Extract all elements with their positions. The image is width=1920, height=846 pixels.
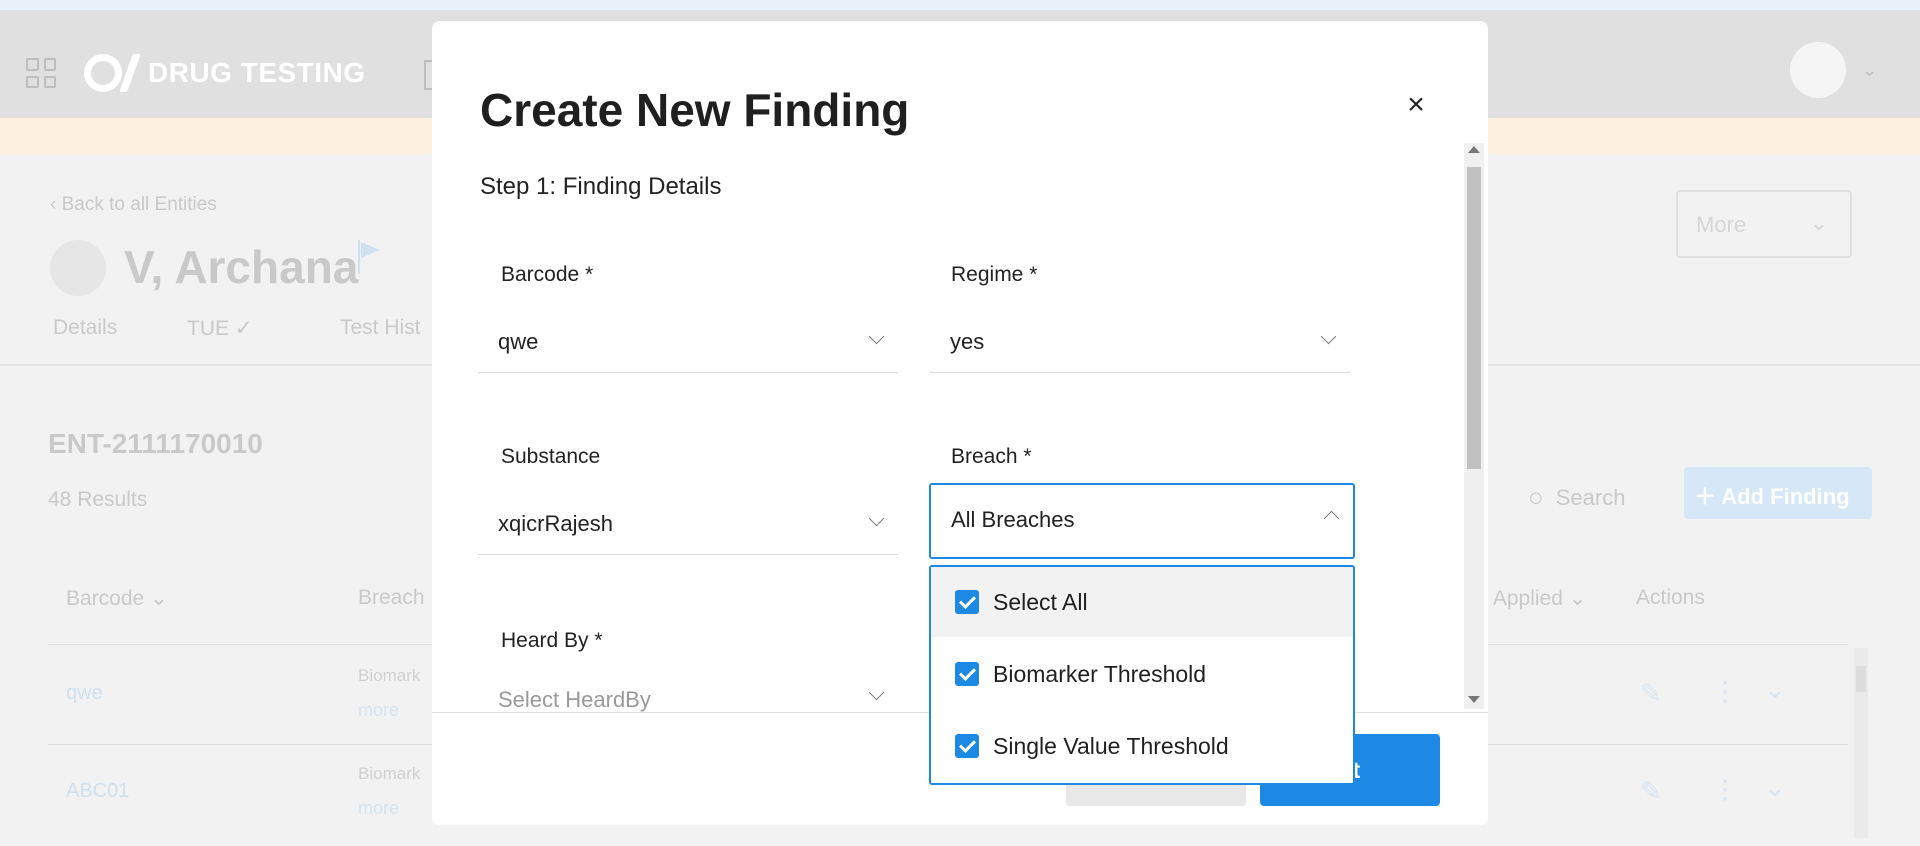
edit-icon[interactable]: ✎	[1640, 776, 1662, 807]
chevron-down-icon[interactable]: ⌄	[1764, 674, 1786, 705]
column-header-breach[interactable]: Breach	[358, 586, 425, 610]
tab-tue[interactable]: TUE ✓	[187, 316, 252, 341]
regime-value: yes	[950, 329, 985, 354]
row-breach: Biomark	[358, 764, 421, 783]
dialog-scrollbar-thumb[interactable]	[1467, 167, 1481, 469]
option-label: Select All	[993, 588, 1088, 615]
row-barcode-link[interactable]: ABC01	[66, 780, 129, 803]
chevron-down-icon[interactable]: ⌄	[1862, 60, 1877, 81]
entity-name: V, Archana	[124, 241, 359, 293]
checkbox-checked-icon[interactable]	[955, 734, 979, 758]
app-title: DRUG TESTING	[148, 57, 366, 88]
tab-test-history[interactable]: Test Hist	[340, 316, 421, 340]
row-more-link[interactable]: more	[358, 798, 399, 819]
breach-value: All Breaches	[951, 507, 1075, 532]
breach-options-menu: Select All Biomarker Threshold Single Va…	[929, 565, 1355, 785]
tab-details[interactable]: Details	[53, 316, 117, 340]
search-button[interactable]: ○ Search	[1528, 482, 1625, 513]
column-header-label: Barcode	[66, 587, 145, 610]
breach-label: Breach *	[951, 445, 1032, 468]
regime-label: Regime *	[951, 263, 1038, 286]
option-single-value-threshold[interactable]: Single Value Threshold	[931, 711, 1353, 781]
heard-by-select[interactable]: Select HeardBy	[478, 677, 898, 713]
table-scrollbar-thumb[interactable]	[1856, 666, 1866, 692]
back-link[interactable]: ‹ Back to all Entities	[50, 194, 217, 216]
row-barcode-link[interactable]: qwe	[66, 682, 103, 705]
top-strip	[0, 0, 1920, 10]
row-breach: Biomark	[358, 666, 421, 685]
scroll-down-arrow-icon[interactable]	[1468, 696, 1480, 703]
heard-by-label: Heard By *	[501, 629, 603, 652]
kebab-menu-icon[interactable]: ⋮	[1712, 774, 1738, 805]
dialog-title: Create New Finding	[480, 84, 910, 136]
column-header-barcode[interactable]: Barcode ⌄	[66, 586, 168, 611]
checkbox-checked-icon[interactable]	[955, 590, 979, 614]
option-biomarker-threshold[interactable]: Biomarker Threshold	[931, 639, 1353, 709]
back-link-label: Back to all Entities	[61, 194, 217, 215]
search-label: Search	[1555, 484, 1626, 510]
heard-by-placeholder: Select HeardBy	[498, 687, 651, 712]
chevron-down-icon	[868, 510, 885, 527]
substance-value: xqicrRajesh	[498, 511, 613, 536]
chevron-down-icon	[868, 684, 885, 701]
barcode-select[interactable]: qwe	[478, 311, 898, 373]
chevron-down-icon	[868, 328, 885, 345]
substance-select[interactable]: xqicrRajesh	[478, 493, 898, 555]
check-icon: ✓	[234, 317, 253, 340]
step-label: Step 1: Finding Details	[480, 173, 722, 200]
chevron-down-icon	[1320, 328, 1337, 345]
close-icon[interactable]: ×	[1402, 90, 1430, 120]
tab-tue-label: TUE	[187, 317, 229, 340]
barcode-value: qwe	[498, 329, 539, 354]
apps-grid-icon[interactable]	[26, 58, 56, 88]
option-label: Biomarker Threshold	[993, 660, 1207, 687]
column-header-actions: Actions	[1636, 586, 1705, 609]
row-more-link[interactable]: more	[358, 700, 399, 721]
chevron-up-icon	[1323, 510, 1340, 527]
regime-select[interactable]: yes	[930, 311, 1350, 373]
entity-avatar	[50, 240, 106, 296]
logo-mark-icon	[84, 54, 141, 92]
results-count: 48 Results	[48, 488, 148, 511]
add-finding-button[interactable]: ＋ Add Finding	[1684, 467, 1872, 519]
edit-icon[interactable]: ✎	[1640, 678, 1662, 709]
add-finding-label: Add Finding	[1721, 484, 1850, 509]
option-select-all[interactable]: Select All	[931, 567, 1353, 637]
chevron-down-icon[interactable]: ⌄	[1764, 772, 1786, 803]
barcode-label: Barcode *	[501, 263, 594, 286]
breach-select[interactable]: All Breaches	[929, 483, 1355, 559]
app-logo[interactable]: DRUG TESTING	[84, 54, 366, 92]
search-icon: ○	[1528, 482, 1544, 512]
flag-icon[interactable]	[358, 240, 382, 274]
option-label: Single Value Threshold	[993, 732, 1229, 759]
more-button[interactable]: More ⌄	[1676, 190, 1852, 258]
more-button-label: More	[1696, 212, 1747, 237]
checkbox-checked-icon[interactable]	[955, 662, 979, 686]
kebab-menu-icon[interactable]: ⋮	[1712, 676, 1738, 707]
user-avatar[interactable]	[1790, 42, 1846, 98]
entity-id: ENT-2111170010	[48, 428, 263, 459]
substance-label: Substance	[501, 445, 601, 468]
scroll-up-arrow-icon[interactable]	[1468, 146, 1480, 153]
chevron-down-icon: ⌄	[1809, 210, 1828, 235]
